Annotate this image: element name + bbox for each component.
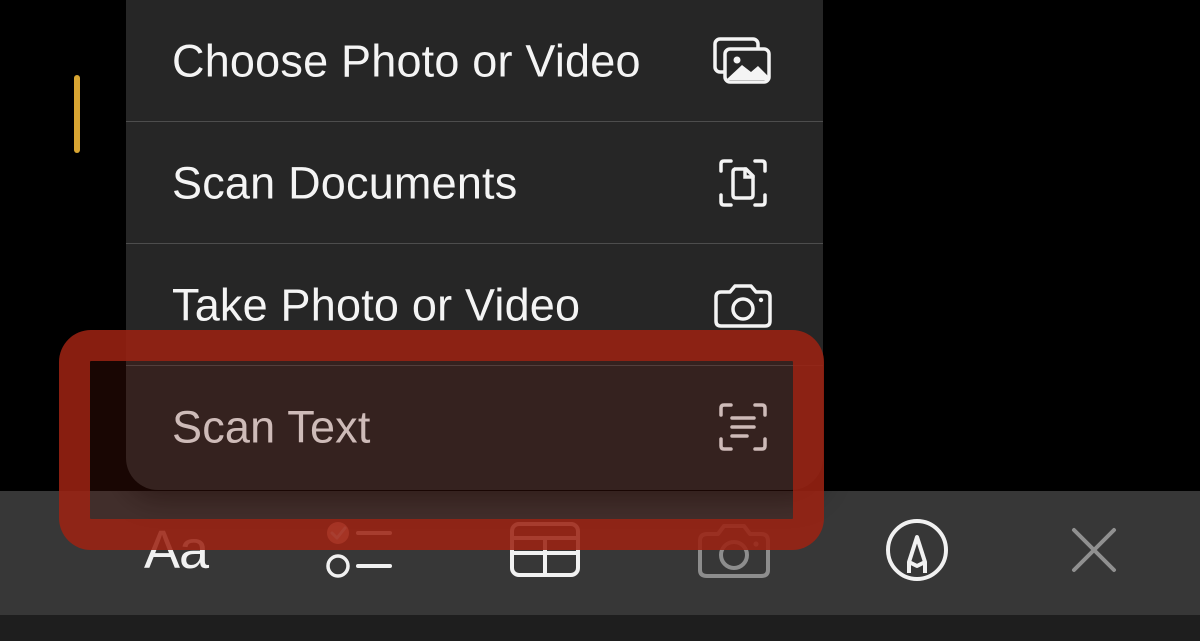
menu-item-label: Choose Photo or Video bbox=[172, 35, 641, 87]
text-cursor bbox=[74, 75, 80, 153]
notes-toolbar: Aa bbox=[0, 491, 1200, 615]
menu-item-label: Scan Documents bbox=[172, 157, 518, 209]
checklist-button[interactable] bbox=[319, 515, 395, 585]
close-icon bbox=[1068, 524, 1120, 576]
text-format-button[interactable]: Aa bbox=[136, 515, 216, 585]
photo-library-icon bbox=[711, 33, 775, 89]
markup-pen-icon bbox=[884, 517, 950, 583]
camera-icon bbox=[696, 521, 772, 579]
menu-item-scan-text[interactable]: Scan Text bbox=[126, 366, 823, 488]
markup-button[interactable] bbox=[882, 515, 952, 585]
menu-item-scan-documents[interactable]: Scan Documents bbox=[126, 122, 823, 244]
menu-item-label: Scan Text bbox=[172, 401, 371, 453]
attachment-menu: Choose Photo or Video Scan Documents Tak… bbox=[126, 0, 823, 490]
close-button[interactable] bbox=[1063, 515, 1125, 585]
camera-button[interactable] bbox=[695, 515, 773, 585]
checklist-icon bbox=[321, 519, 393, 581]
text-format-icon: Aa bbox=[143, 520, 209, 580]
menu-item-label: Take Photo or Video bbox=[172, 279, 581, 331]
notes-screen: Choose Photo or Video Scan Documents Tak… bbox=[0, 0, 1200, 641]
table-icon bbox=[509, 521, 581, 579]
camera-icon bbox=[711, 277, 775, 333]
text-scan-icon bbox=[711, 399, 775, 455]
document-scan-icon bbox=[711, 155, 775, 211]
table-button[interactable] bbox=[508, 515, 582, 585]
menu-item-take-photo-or-video[interactable]: Take Photo or Video bbox=[126, 244, 823, 366]
menu-item-choose-photo-or-video[interactable]: Choose Photo or Video bbox=[126, 0, 823, 122]
home-indicator-area bbox=[0, 615, 1200, 641]
